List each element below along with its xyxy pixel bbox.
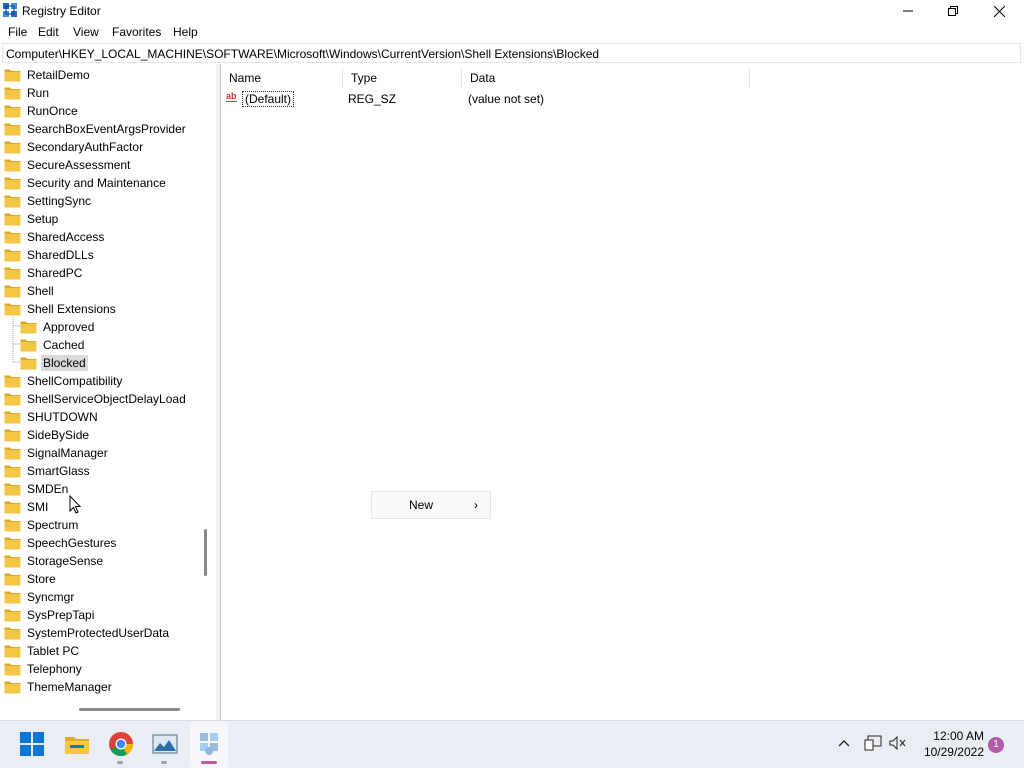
- close-button[interactable]: [976, 0, 1022, 22]
- submenu-arrow-icon: ›: [474, 498, 478, 512]
- menu-edit[interactable]: Edit: [38, 25, 59, 39]
- context-menu: New ›: [371, 491, 491, 519]
- chevron-up-icon: [838, 740, 850, 747]
- column-header-name[interactable]: Name: [221, 68, 343, 88]
- value-data: (value not set): [468, 92, 545, 106]
- address-path: Computer\HKEY_LOCAL_MACHINE\SOFTWARE\Mic…: [6, 47, 600, 61]
- mouse-cursor-icon: [69, 495, 82, 514]
- column-header-type[interactable]: Type: [343, 68, 462, 88]
- menu-bar: File Edit View Favorites Help: [0, 22, 1024, 43]
- minimize-icon: [903, 10, 913, 12]
- clock-date: 10/29/2022: [923, 745, 984, 759]
- string-value-icon: ab: [226, 91, 237, 102]
- photos-icon[interactable]: [152, 731, 178, 757]
- value-type: REG_SZ: [348, 92, 397, 106]
- values-pane[interactable]: [220, 64, 1024, 720]
- minimize-button[interactable]: [885, 0, 931, 22]
- clock[interactable]: 12:00 AM 10/29/2022: [916, 729, 984, 759]
- chrome-icon[interactable]: [108, 731, 134, 757]
- menu-view[interactable]: View: [73, 25, 99, 39]
- registry-editor-icon: [3, 3, 17, 17]
- menu-favorites[interactable]: Favorites: [112, 25, 161, 39]
- menu-file[interactable]: File: [8, 25, 27, 39]
- chrome-running-indicator: [117, 761, 123, 764]
- show-hidden-icons-chevron[interactable]: [838, 736, 850, 750]
- menu-help[interactable]: Help: [173, 25, 198, 39]
- regedit-running-indicator: [201, 761, 217, 764]
- volume-muted-icon[interactable]: [889, 736, 907, 750]
- tree-lines: [12, 317, 20, 363]
- tree-vertical-scrollbar[interactable]: [204, 529, 207, 576]
- column-header-data[interactable]: Data: [462, 68, 750, 88]
- notification-badge[interactable]: 1: [988, 737, 1004, 753]
- address-bar[interactable]: Computer\HKEY_LOCAL_MACHINE\SOFTWARE\Mic…: [2, 43, 1021, 63]
- tree-horizontal-scrollbar[interactable]: [79, 708, 180, 711]
- context-menu-new[interactable]: New ›: [372, 492, 490, 518]
- context-menu-new-label: New: [409, 498, 434, 512]
- title-bar: Registry Editor: [0, 0, 1024, 22]
- clock-time: 12:00 AM: [933, 729, 984, 743]
- taskbar: 12:00 AM 10/29/2022 1: [0, 720, 1024, 768]
- photos-running-indicator: [161, 761, 167, 764]
- close-icon: [993, 5, 1005, 17]
- file-explorer-icon[interactable]: [64, 731, 90, 757]
- value-row[interactable]: ab (Default) REG_SZ (value not set): [226, 90, 746, 108]
- window-title: Registry Editor: [22, 4, 101, 18]
- windows-start-icon[interactable]: [19, 731, 45, 757]
- notification-count: 1: [993, 739, 999, 750]
- restore-icon: [948, 6, 958, 16]
- restore-button[interactable]: [930, 0, 976, 22]
- network-icon[interactable]: [864, 735, 882, 751]
- value-name: (Default): [242, 91, 295, 107]
- key-tree-pane[interactable]: RetailDemo Run RunOnce SearchBoxEventArgsPr…: [0, 64, 216, 720]
